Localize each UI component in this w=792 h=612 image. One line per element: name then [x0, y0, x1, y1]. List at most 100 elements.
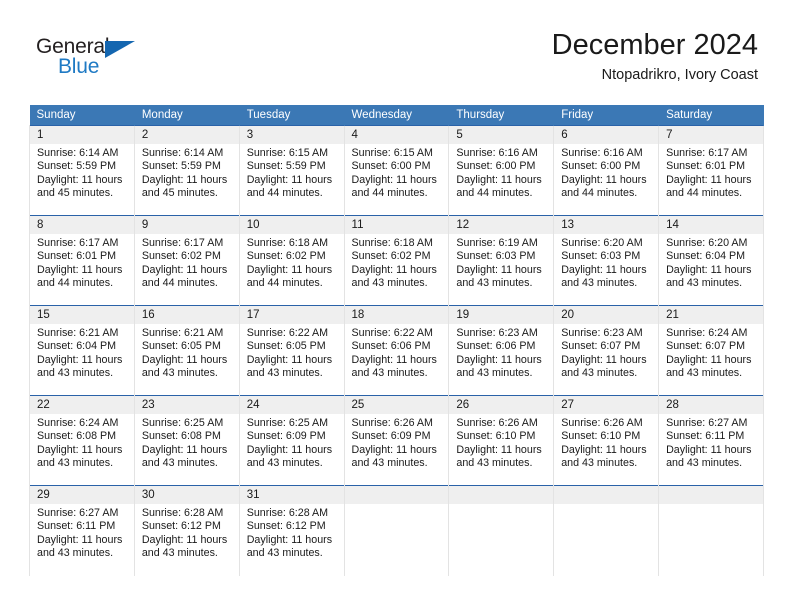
daylight-text-line1: Daylight: 11 hours — [246, 263, 333, 276]
calendar-day-cell[interactable]: 7 Sunrise: 6:17 AM Sunset: 6:01 PM Daylight… — [658, 125, 764, 216]
calendar-day-cell[interactable]: 13 Sunrise: 6:20 AM Sunset: 6:03 PM Dayligh… — [553, 215, 660, 306]
calendar-day-cell[interactable]: 17 Sunrise: 6:22 AM Sunset: 6:05 PM Dayligh… — [238, 305, 345, 396]
calendar-day-cell-empty — [343, 485, 450, 576]
daylight-text-line2: and 43 minutes. — [246, 457, 323, 470]
calendar-day-cell[interactable]: 30 Sunrise: 6:28 AM Sunset: 6:12 PM Dayligh… — [133, 485, 240, 576]
sunrise-text: Sunrise: 6:15 AM — [246, 147, 329, 159]
day-details — [659, 504, 763, 507]
day-cell-inner: 16 Sunrise: 6:21 AM Sunset: 6:05 PM Dayligh… — [134, 306, 239, 395]
daylight-text-line2: and 43 minutes. — [37, 367, 114, 380]
calendar-day-cell[interactable]: 18 Sunrise: 6:22 AM Sunset: 6:06 PM Dayligh… — [343, 305, 450, 396]
sunset-text: Sunset: 6:00 PM — [561, 160, 641, 173]
brand-triangle-icon — [105, 41, 135, 58]
sunset-text: Sunset: 5:59 PM — [37, 160, 117, 173]
calendar-day-cell[interactable]: 1 Sunrise: 6:14 AM Sunset: 5:59 PM Daylight… — [29, 125, 135, 216]
sunset-text: Sunset: 6:07 PM — [561, 340, 641, 353]
day-details: Sunrise: 6:28 AM Sunset: 6:12 PM Daylight:… — [240, 504, 344, 561]
calendar-day-cell[interactable]: 26 Sunrise: 6:26 AM Sunset: 6:10 PM Dayligh… — [448, 395, 555, 486]
day-number: 31 — [239, 486, 344, 504]
daylight-text-line2: and 43 minutes. — [561, 277, 638, 290]
daylight-text-line1: Daylight: 11 hours — [37, 263, 123, 276]
day-details: Sunrise: 6:26 AM Sunset: 6:09 PM Daylight:… — [345, 414, 449, 471]
calendar-day-cell[interactable]: 14 Sunrise: 6:20 AM Sunset: 6:04 PM Dayligh… — [658, 215, 764, 306]
calendar-day-cell[interactable]: 25 Sunrise: 6:26 AM Sunset: 6:09 PM Dayligh… — [343, 395, 450, 486]
calendar-day-cell[interactable]: 11 Sunrise: 6:18 AM Sunset: 6:02 PM Dayligh… — [343, 215, 450, 306]
day-cell-inner: 9 Sunrise: 6:17 AM Sunset: 6:02 PM Daylight… — [134, 216, 239, 305]
calendar-day-cell[interactable]: 16 Sunrise: 6:21 AM Sunset: 6:05 PM Dayligh… — [133, 305, 240, 396]
daylight-text-line2: and 43 minutes. — [561, 367, 638, 380]
day-number — [659, 486, 763, 504]
calendar-day-cell[interactable]: 29 Sunrise: 6:27 AM Sunset: 6:11 PM Dayligh… — [29, 485, 135, 576]
daylight-text-line2: and 44 minutes. — [246, 187, 323, 200]
calendar-day-cell[interactable]: 8 Sunrise: 6:17 AM Sunset: 6:01 PM Daylight… — [29, 215, 135, 306]
daylight-text-line2: and 43 minutes. — [351, 277, 428, 290]
day-details — [449, 504, 553, 507]
calendar-day-cell[interactable]: 19 Sunrise: 6:23 AM Sunset: 6:06 PM Dayligh… — [448, 305, 555, 396]
day-cell-inner: 15 Sunrise: 6:21 AM Sunset: 6:04 PM Dayligh… — [30, 306, 134, 395]
day-cell-inner — [659, 486, 763, 576]
calendar-day-cell[interactable]: 24 Sunrise: 6:25 AM Sunset: 6:09 PM Dayligh… — [238, 395, 345, 486]
title-block: December 2024 Ntopadrikro, Ivory Coast — [552, 28, 758, 84]
daylight-text-line2: and 44 minutes. — [37, 277, 114, 290]
sunrise-text: Sunrise: 6:22 AM — [246, 327, 329, 339]
sunrise-text: Sunrise: 6:25 AM — [141, 417, 224, 429]
calendar-day-cell[interactable]: 2 Sunrise: 6:14 AM Sunset: 5:59 PM Daylight… — [133, 125, 240, 216]
sunrise-text: Sunrise: 6:26 AM — [561, 417, 643, 429]
calendar-day-cell[interactable]: 4 Sunrise: 6:15 AM Sunset: 6:00 PM Daylight… — [343, 125, 450, 216]
day-details: Sunrise: 6:17 AM Sunset: 6:01 PM Daylight:… — [30, 234, 134, 291]
sunrise-text: Sunrise: 6:19 AM — [456, 237, 538, 249]
calendar-day-cell[interactable]: 22 Sunrise: 6:24 AM Sunset: 6:08 PM Dayligh… — [29, 395, 135, 486]
day-number: 17 — [239, 306, 344, 324]
calendar-day-cell[interactable]: 27 Sunrise: 6:26 AM Sunset: 6:10 PM Dayligh… — [553, 395, 660, 486]
daylight-text-line1: Daylight: 11 hours — [456, 173, 542, 186]
calendar-day-cell[interactable]: 6 Sunrise: 6:16 AM Sunset: 6:00 PM Daylight… — [553, 125, 660, 216]
daylight-text-line1: Daylight: 11 hours — [351, 443, 437, 456]
weekday-header-sunday: Sunday — [29, 105, 135, 126]
day-details: Sunrise: 6:26 AM Sunset: 6:10 PM Daylight:… — [449, 414, 553, 471]
day-details: Sunrise: 6:20 AM Sunset: 6:04 PM Daylight:… — [659, 234, 763, 291]
day-cell-inner: 5 Sunrise: 6:16 AM Sunset: 6:00 PM Daylight… — [449, 126, 554, 215]
day-number: 18 — [344, 306, 449, 324]
daylight-text-line1: Daylight: 11 hours — [561, 443, 647, 456]
calendar-day-cell[interactable]: 5 Sunrise: 6:16 AM Sunset: 6:00 PM Daylight… — [448, 125, 555, 216]
day-details: Sunrise: 6:19 AM Sunset: 6:03 PM Daylight:… — [449, 234, 553, 291]
calendar-day-cell[interactable]: 9 Sunrise: 6:17 AM Sunset: 6:02 PM Daylight… — [133, 215, 240, 306]
daylight-text-line2: and 45 minutes. — [141, 187, 218, 200]
page-subtitle: Ntopadrikro, Ivory Coast — [601, 67, 758, 83]
daylight-text-line2: and 43 minutes. — [141, 367, 218, 380]
sunset-text: Sunset: 6:08 PM — [141, 430, 221, 443]
calendar-week-row: 1 Sunrise: 6:14 AM Sunset: 5:59 PM Daylight… — [29, 125, 764, 216]
day-details: Sunrise: 6:22 AM Sunset: 6:06 PM Daylight:… — [345, 324, 449, 381]
calendar-day-cell[interactable]: 31 Sunrise: 6:28 AM Sunset: 6:12 PM Dayligh… — [238, 485, 345, 576]
day-cell-inner: 4 Sunrise: 6:15 AM Sunset: 6:00 PM Daylight… — [344, 126, 449, 215]
day-details: Sunrise: 6:25 AM Sunset: 6:08 PM Daylight:… — [135, 414, 239, 471]
calendar-day-cell[interactable]: 20 Sunrise: 6:23 AM Sunset: 6:07 PM Dayligh… — [553, 305, 660, 396]
daylight-text-line1: Daylight: 11 hours — [37, 353, 123, 366]
daylight-text-line2: and 43 minutes. — [351, 457, 428, 470]
daylight-text-line1: Daylight: 11 hours — [351, 263, 437, 276]
daylight-text-line2: and 43 minutes. — [666, 367, 743, 380]
calendar-day-cell[interactable]: 12 Sunrise: 6:19 AM Sunset: 6:03 PM Dayligh… — [448, 215, 555, 306]
calendar-day-cell[interactable]: 23 Sunrise: 6:25 AM Sunset: 6:08 PM Dayligh… — [133, 395, 240, 486]
sunset-text: Sunset: 6:04 PM — [666, 250, 746, 263]
calendar-day-cell[interactable]: 3 Sunrise: 6:15 AM Sunset: 5:59 PM Daylight… — [238, 125, 345, 216]
daylight-text-line1: Daylight: 11 hours — [561, 263, 647, 276]
calendar-day-cell[interactable]: 15 Sunrise: 6:21 AM Sunset: 6:04 PM Dayligh… — [29, 305, 135, 396]
daylight-text-line1: Daylight: 11 hours — [561, 173, 647, 186]
day-number — [344, 486, 449, 504]
day-details: Sunrise: 6:23 AM Sunset: 6:07 PM Daylight:… — [554, 324, 658, 381]
calendar-day-cell[interactable]: 21 Sunrise: 6:24 AM Sunset: 6:07 PM Dayligh… — [658, 305, 764, 396]
calendar-day-cell[interactable]: 28 Sunrise: 6:27 AM Sunset: 6:11 PM Dayligh… — [658, 395, 764, 486]
sunset-text: Sunset: 6:12 PM — [246, 520, 326, 533]
brand-logo[interactable]: General Blue — [36, 36, 156, 84]
sunrise-text: Sunrise: 6:15 AM — [351, 147, 433, 159]
weekday-header-friday: Friday — [553, 105, 660, 126]
day-cell-inner: 10 Sunrise: 6:18 AM Sunset: 6:02 PM Dayligh… — [239, 216, 344, 305]
calendar-day-cell-empty — [553, 485, 660, 576]
day-number: 1 — [30, 126, 134, 144]
day-details: Sunrise: 6:26 AM Sunset: 6:10 PM Daylight:… — [554, 414, 658, 471]
calendar-day-cell[interactable]: 10 Sunrise: 6:18 AM Sunset: 6:02 PM Dayligh… — [238, 215, 345, 306]
day-details — [554, 504, 658, 507]
sunrise-text: Sunrise: 6:18 AM — [351, 237, 433, 249]
daylight-text-line1: Daylight: 11 hours — [666, 263, 752, 276]
